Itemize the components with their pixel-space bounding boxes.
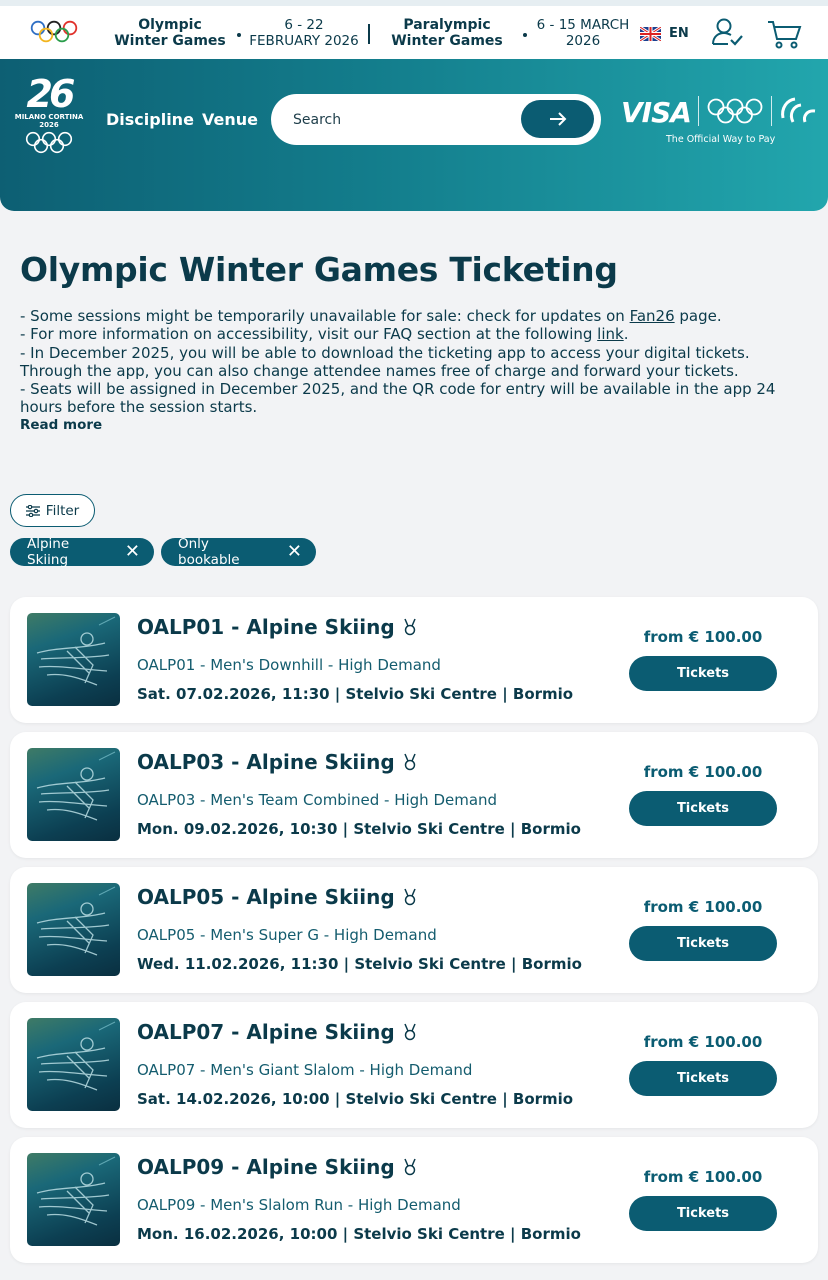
- search-input[interactable]: [291, 106, 515, 134]
- session-subtitle: OALP05 - Men's Super G - High Demand: [137, 926, 437, 944]
- note-line: - For more information on accessibility,…: [20, 325, 629, 344]
- session-title: OALP05 - Alpine Skiing: [137, 885, 417, 909]
- session-meta: Mon. 16.02.2026, 10:00 | Stelvio Ski Cen…: [137, 1225, 581, 1243]
- olympic-rings-icon: [707, 98, 763, 124]
- nav-discipline[interactable]: Discipline: [106, 110, 194, 129]
- tickets-button[interactable]: Tickets: [629, 1061, 777, 1096]
- olympic-rings-icon[interactable]: [30, 20, 78, 44]
- session-price: from € 100.00: [643, 763, 763, 781]
- filter-chip-only-bookable[interactable]: Only bookable ✕: [161, 536, 316, 568]
- session-card: OALP05 - Alpine Skiing OALP05 - Men's Su…: [10, 867, 818, 993]
- medal-icon: [403, 618, 416, 636]
- fan26-link[interactable]: Fan26: [630, 307, 675, 325]
- session-meta: Sat. 14.02.2026, 10:00 | Stelvio Ski Cen…: [137, 1090, 574, 1108]
- medal-icon: [403, 1023, 416, 1041]
- separator-dot: [523, 33, 527, 37]
- logo-mark: 26: [26, 72, 76, 116]
- session-card: OALP07 - Alpine Skiing OALP07 - Men's Gi…: [10, 1002, 818, 1128]
- filter-button[interactable]: Filter: [10, 494, 95, 527]
- session-price: from € 100.00: [643, 628, 763, 646]
- tickets-button[interactable]: Tickets: [629, 656, 777, 691]
- divider: [771, 96, 772, 126]
- medal-icon: [403, 1158, 416, 1176]
- close-icon[interactable]: ✕: [125, 543, 140, 561]
- alpine-skiing-pictogram: [27, 1018, 120, 1111]
- note-line: - Some sessions might be temporarily una…: [20, 307, 722, 325]
- alpine-skiing-pictogram: [27, 883, 120, 976]
- chip-label: Only bookable: [178, 536, 240, 568]
- language-label: EN: [669, 26, 689, 41]
- session-meta: Sat. 07.02.2026, 11:30 | Stelvio Ski Cen…: [137, 685, 574, 703]
- milano-cortina-logo[interactable]: 26 MILANO CORTINA 2026: [10, 75, 88, 163]
- tickets-button[interactable]: Tickets: [629, 791, 777, 826]
- medal-icon: [403, 753, 416, 771]
- nav-venue[interactable]: Venue: [202, 110, 258, 129]
- session-price: from € 100.00: [643, 898, 763, 916]
- faq-link[interactable]: link: [597, 325, 624, 343]
- session-meta: Wed. 11.02.2026, 11:30 | Stelvio Ski Cen…: [137, 955, 582, 973]
- paralympic-dates: 6 - 15 MARCH 2026: [536, 17, 630, 49]
- filter-label: Filter: [45, 502, 80, 519]
- alpine-skiing-pictogram: [27, 748, 120, 841]
- session-title: OALP03 - Alpine Skiing: [137, 750, 417, 774]
- account-icon[interactable]: [710, 16, 744, 48]
- medal-icon: [403, 888, 416, 906]
- session-subtitle: OALP03 - Men's Team Combined - High Dema…: [137, 791, 498, 809]
- filter-chip-alpine-skiing[interactable]: Alpine Skiing ✕: [10, 536, 154, 568]
- logo-text: MILANO CORTINA: [14, 113, 84, 121]
- alpine-skiing-pictogram: [27, 1153, 120, 1246]
- language-selector[interactable]: EN: [640, 26, 689, 41]
- session-title-text: OALP09 - Alpine Skiing: [137, 1155, 395, 1179]
- top-bar: Olympic Winter Games 6 - 22 FEBRUARY 202…: [0, 0, 828, 59]
- paralympic-games-link[interactable]: Paralympic Winter Games: [378, 17, 516, 49]
- note-line: - Seats will be assigned in December 202…: [20, 380, 776, 417]
- chip-label: Alpine Skiing: [27, 536, 70, 568]
- logo-year: 2026: [39, 121, 59, 129]
- uk-flag-icon: [640, 26, 661, 41]
- session-price: from € 100.00: [643, 1168, 763, 1186]
- session-subtitle: OALP07 - Men's Giant Slalom - High Deman…: [137, 1061, 473, 1079]
- tickets-button[interactable]: Tickets: [629, 1196, 777, 1231]
- session-title-text: OALP03 - Alpine Skiing: [137, 750, 395, 774]
- divider: [698, 96, 699, 126]
- separator-dot: [237, 33, 241, 37]
- arrow-right-icon: [549, 112, 566, 126]
- session-title-text: OALP05 - Alpine Skiing: [137, 885, 395, 909]
- read-more-link[interactable]: Read more: [20, 417, 102, 433]
- session-title-text: OALP01 - Alpine Skiing: [137, 615, 395, 639]
- session-price: from € 100.00: [643, 1033, 763, 1051]
- page-title: Olympic Winter Games Ticketing: [20, 250, 618, 289]
- main-header: 26 MILANO CORTINA 2026 Discipline Venue …: [0, 59, 828, 211]
- session-title: OALP09 - Alpine Skiing: [137, 1155, 417, 1179]
- divider: [368, 24, 370, 44]
- ticketing-notes: - Some sessions might be temporarily una…: [20, 307, 810, 417]
- paralympic-agitos-icon: [781, 97, 816, 123]
- session-subtitle: OALP01 - Men's Downhill - High Demand: [137, 656, 441, 674]
- close-icon[interactable]: ✕: [287, 543, 302, 561]
- session-title: OALP01 - Alpine Skiing: [137, 615, 417, 639]
- olympic-games-link[interactable]: Olympic Winter Games: [110, 17, 230, 49]
- white-rings-icon: [25, 131, 73, 154]
- cart-icon[interactable]: [766, 18, 802, 52]
- tickets-button[interactable]: Tickets: [629, 926, 777, 961]
- search-bar: [271, 94, 601, 145]
- session-title: OALP07 - Alpine Skiing: [137, 1020, 417, 1044]
- olympic-dates: 6 - 22 FEBRUARY 2026: [249, 17, 359, 49]
- session-meta: Mon. 09.02.2026, 10:30 | Stelvio Ski Cen…: [137, 820, 581, 838]
- session-card: OALP01 - Alpine Skiing OALP01 - Men's Do…: [10, 597, 818, 723]
- visa-logo: VISA: [621, 96, 692, 129]
- sponsor-tagline: The Official Way to Pay: [666, 134, 776, 145]
- search-submit-button[interactable]: [521, 100, 594, 138]
- session-subtitle: OALP09 - Men's Slalom Run - High Demand: [137, 1196, 461, 1214]
- note-line: - In December 2025, you will be able to …: [20, 343, 750, 380]
- session-card: OALP09 - Alpine Skiing OALP09 - Men's Sl…: [10, 1137, 818, 1263]
- session-title-text: OALP07 - Alpine Skiing: [137, 1020, 395, 1044]
- sliders-icon: [25, 504, 40, 517]
- session-card: OALP03 - Alpine Skiing OALP03 - Men's Te…: [10, 732, 818, 858]
- alpine-skiing-pictogram: [27, 613, 120, 706]
